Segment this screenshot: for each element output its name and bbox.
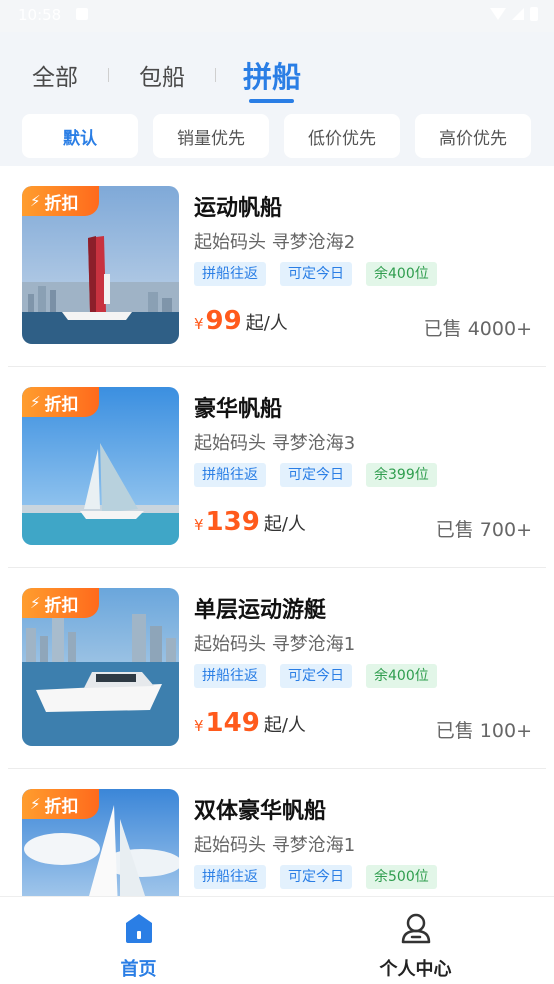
sort-high-price-button[interactable]: 高价优先 <box>415 114 531 158</box>
boat-image: ⚡ 折扣 <box>22 588 179 746</box>
currency-symbol: ¥ <box>194 315 204 333</box>
discount-badge: ⚡ 折扣 <box>22 387 99 417</box>
sort-low-price-button[interactable]: 低价优先 <box>284 114 400 158</box>
boat-route: 起始码头 寻梦沧海1 <box>194 634 356 655</box>
tag-seats-left: 余400位 <box>366 664 437 688</box>
boat-route: 起始码头 寻梦沧海3 <box>194 433 356 454</box>
boat-title: 单层运动游艇 <box>194 598 327 623</box>
tag-round-trip: 拼船往返 <box>194 865 266 889</box>
price-unit: 起/人 <box>245 313 288 334</box>
boat-title: 运动帆船 <box>194 196 283 221</box>
currency-symbol: ¥ <box>194 717 204 735</box>
category-tabs: 全部 包船 拼船 <box>0 50 554 106</box>
tag-book-today: 可定今日 <box>280 262 352 286</box>
price-amount: 149 <box>205 708 260 738</box>
bolt-icon: ⚡ <box>30 192 41 210</box>
sort-default-button[interactable]: 默认 <box>22 114 138 158</box>
signal-icon <box>512 8 524 20</box>
boat-card[interactable]: ⚡ 折扣 双体豪华帆船 起始码头 寻梦沧海1 拼船往返 可定今日 余500位 <box>8 769 546 896</box>
battery-icon <box>530 7 538 21</box>
price: ¥149 起/人 <box>194 708 306 738</box>
home-icon <box>126 914 152 943</box>
tag-book-today: 可定今日 <box>280 865 352 889</box>
badge-label: 折扣 <box>44 394 79 415</box>
tab-shared[interactable]: 拼船 <box>243 54 301 96</box>
boat-list: ⚡ 折扣 运动帆船 起始码头 寻梦沧海2 拼船往返 可定今日 余400位 ¥99 起… <box>0 166 554 896</box>
nav-home[interactable]: 首页 <box>0 897 277 984</box>
badge-label: 折扣 <box>44 595 79 616</box>
price: ¥139 起/人 <box>194 507 306 537</box>
price-unit: 起/人 <box>263 514 306 535</box>
tag-book-today: 可定今日 <box>280 664 352 688</box>
nav-profile[interactable]: 个人中心 <box>277 897 554 984</box>
boat-card[interactable]: ⚡ 折扣 运动帆船 起始码头 寻梦沧海2 拼船往返 可定今日 余400位 ¥99 起… <box>8 166 546 367</box>
bolt-icon: ⚡ <box>30 594 41 612</box>
boat-image: ⚡ 折扣 <box>22 789 179 896</box>
bolt-icon: ⚡ <box>30 393 41 411</box>
discount-badge: ⚡ 折扣 <box>22 186 99 216</box>
tab-divider <box>215 68 216 82</box>
boat-image: ⚡ 折扣 <box>22 387 179 545</box>
price-amount: 139 <box>205 507 260 537</box>
sold-count: 已售 100+ <box>435 720 532 742</box>
tag-seats-left: 余500位 <box>366 865 437 889</box>
nav-home-label: 首页 <box>120 959 157 980</box>
boat-image: ⚡ 折扣 <box>22 186 179 344</box>
boat-route: 起始码头 寻梦沧海2 <box>194 232 356 253</box>
status-time: 10:58 <box>18 6 62 24</box>
tab-divider <box>108 68 109 82</box>
boat-card[interactable]: ⚡ 折扣 单层运动游艇 起始码头 寻梦沧海1 拼船往返 可定今日 余400位 ¥1… <box>8 568 546 769</box>
tag-book-today: 可定今日 <box>280 463 352 487</box>
boat-card[interactable]: ⚡ 折扣 豪华帆船 起始码头 寻梦沧海3 拼船往返 可定今日 余399位 ¥139… <box>8 367 546 568</box>
boat-title: 豪华帆船 <box>194 397 283 422</box>
currency-symbol: ¥ <box>194 516 204 534</box>
price-unit: 起/人 <box>263 715 306 736</box>
tag-seats-left: 余399位 <box>366 463 437 487</box>
sort-sales-button[interactable]: 销量优先 <box>153 114 269 158</box>
discount-badge: ⚡ 折扣 <box>22 789 99 819</box>
price-amount: 99 <box>205 306 242 336</box>
tag-round-trip: 拼船往返 <box>194 463 266 487</box>
badge-label: 折扣 <box>44 796 79 817</box>
wifi-icon <box>490 8 506 20</box>
header-area: 10:58 全部 包船 拼船 默认 销量优先 低价优先 高价优先 <box>0 0 554 166</box>
status-indicators <box>490 7 538 21</box>
sold-count: 已售 700+ <box>435 519 532 541</box>
tab-active-indicator <box>249 99 294 103</box>
sold-count: 已售 4000+ <box>423 318 532 340</box>
bolt-icon: ⚡ <box>30 795 41 813</box>
tag-seats-left: 余400位 <box>366 262 437 286</box>
bottom-nav: 首页 个人中心 <box>0 896 554 984</box>
tag-round-trip: 拼船往返 <box>194 664 266 688</box>
user-icon <box>401 913 431 944</box>
price: ¥99 起/人 <box>194 306 288 336</box>
nav-profile-label: 个人中心 <box>379 959 452 980</box>
discount-badge: ⚡ 折扣 <box>22 588 99 618</box>
tab-all[interactable]: 全部 <box>32 58 78 92</box>
tab-charter[interactable]: 包船 <box>139 58 185 92</box>
badge-label: 折扣 <box>44 193 79 214</box>
status-bar: 10:58 <box>0 0 554 32</box>
sort-bar: 默认 销量优先 低价优先 高价优先 <box>22 114 538 158</box>
boat-route: 起始码头 寻梦沧海1 <box>194 835 356 856</box>
tag-round-trip: 拼船往返 <box>194 262 266 286</box>
notification-icon <box>76 8 88 20</box>
boat-title: 双体豪华帆船 <box>194 799 327 824</box>
